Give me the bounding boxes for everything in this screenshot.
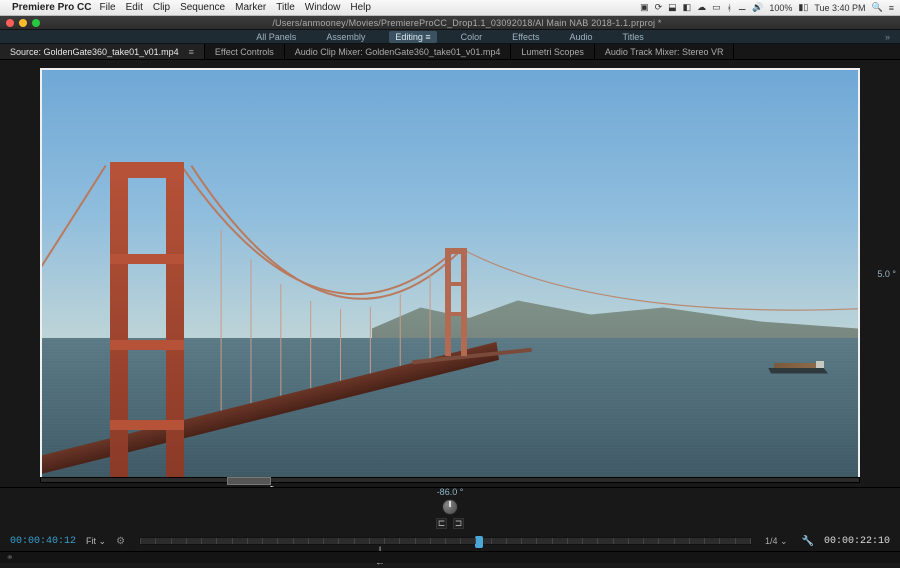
workspace-color[interactable]: Color (455, 31, 489, 43)
mark-range-in-button[interactable]: ⊏ (436, 518, 447, 529)
current-timecode[interactable]: 00:00:40:12 (10, 536, 76, 547)
app-menu[interactable]: Premiere Pro CC (12, 2, 91, 13)
minimize-button[interactable] (19, 19, 27, 27)
battery-percent: 100% (769, 3, 792, 13)
menu-window[interactable]: Window (305, 2, 341, 13)
caret-down-icon: ⌄ (780, 536, 788, 546)
wrench-icon[interactable]: 🔧 (802, 536, 814, 547)
status-bar: ⚭ (0, 551, 900, 563)
footage-tower-near (102, 162, 192, 480)
vr-pitch-readout: 5.0 ° (877, 269, 896, 279)
workspace-bar: All Panels Assembly Editing ≡ Color Effe… (0, 30, 900, 44)
wifi-icon: ⚊ (738, 2, 746, 13)
duration-timecode: 00:00:22:10 (824, 536, 890, 547)
settings-icon[interactable]: ⚙ (116, 536, 125, 547)
workspace-effects[interactable]: Effects (506, 31, 545, 43)
playhead[interactable] (475, 536, 483, 548)
workspace-overflow[interactable]: » (885, 32, 890, 42)
menu-marker[interactable]: Marker (235, 2, 266, 13)
window-titlebar: /Users/anmooney/Movies/PremiereProCC_Dro… (0, 16, 900, 30)
mark-range-out-button[interactable]: ⊐ (453, 518, 464, 529)
notifications-icon[interactable]: ≡ (889, 3, 894, 13)
menu-file[interactable]: File (99, 2, 115, 13)
window-title: /Users/anmooney/Movies/PremiereProCC_Dro… (40, 18, 894, 28)
status-icon: ⟳ (655, 2, 663, 13)
menu-clip[interactable]: Clip (153, 2, 170, 13)
status-icon: ▣ (640, 2, 649, 13)
traffic-lights (6, 19, 40, 27)
zoom-fit[interactable]: Fit ⌄ (86, 536, 106, 547)
source-monitor: 5.0 ° (0, 60, 900, 487)
zoom-fit-label: Fit (86, 536, 96, 546)
playback-resolution[interactable]: 1/4 ⌄ (765, 536, 788, 547)
caret-down-icon: ⌄ (99, 536, 107, 546)
tab-menu-icon[interactable]: ≡ (189, 47, 194, 57)
time-ruler[interactable] (139, 537, 751, 545)
vr-yaw-readout: -86.0 ° (437, 487, 464, 497)
menu-help[interactable]: Help (350, 2, 371, 13)
playback-resolution-label: 1/4 (765, 536, 778, 546)
zoom-button[interactable] (32, 19, 40, 27)
display-icon: ▭ (712, 2, 721, 13)
link-icon[interactable]: ⚭ (6, 552, 14, 563)
workspace-assembly[interactable]: Assembly (320, 31, 371, 43)
menubar-status: ▣ ⟳ ⬓ ◧ ☁ ▭ ᚼ ⚊ 🔊 100% ▮▯ Tue 3:40 PM 🔍 … (640, 2, 894, 13)
panel-tabs: Source: GoldenGate360_take01_v01.mp4 ≡ E… (0, 44, 900, 60)
close-button[interactable] (6, 19, 14, 27)
viewer-scroll-thumb[interactable] (227, 477, 271, 485)
dropbox-icon: ⬓ (668, 2, 677, 13)
volume-icon: 🔊 (752, 2, 763, 13)
tab-source-label: Source: GoldenGate360_take01_v01.mp4 (10, 47, 179, 57)
workspace-menu-icon[interactable]: ≡ (425, 32, 430, 42)
menu-edit[interactable]: Edit (126, 2, 143, 13)
tab-lumetri-scopes[interactable]: Lumetri Scopes (511, 44, 595, 59)
workspace-audio[interactable]: Audio (564, 31, 599, 43)
tab-audio-clip-mixer[interactable]: Audio Clip Mixer: GoldenGate360_take01_v… (285, 44, 512, 59)
mac-menubar: Premiere Pro CC File Edit Clip Sequence … (0, 0, 900, 16)
workspace-all-panels[interactable]: All Panels (250, 31, 302, 43)
tab-audio-track-mixer[interactable]: Audio Track Mixer: Stereo VR (595, 44, 735, 59)
tab-source[interactable]: Source: GoldenGate360_take01_v01.mp4 ≡ (0, 44, 205, 59)
viewer-scrollbar[interactable]: ⤡ (40, 477, 860, 485)
spotlight-icon[interactable]: 🔍 (872, 2, 883, 13)
workspace-titles[interactable]: Titles (617, 31, 650, 43)
workspace-editing[interactable]: Editing ≡ (389, 31, 436, 43)
footage-tower-far (442, 248, 470, 356)
menu-sequence[interactable]: Sequence (180, 2, 225, 13)
cloud-icon: ☁ (697, 2, 706, 13)
workspace-editing-label: Editing (395, 32, 423, 42)
battery-icon: ▮▯ (798, 2, 808, 13)
clock: Tue 3:40 PM (814, 3, 865, 13)
tab-effect-controls[interactable]: Effect Controls (205, 44, 285, 59)
bluetooth-icon: ᚼ (727, 3, 732, 13)
status-icon: ◧ (683, 2, 692, 13)
video-viewport[interactable] (40, 68, 860, 480)
vr-yaw-knob[interactable] (442, 499, 458, 515)
menu-title[interactable]: Title (276, 2, 295, 13)
